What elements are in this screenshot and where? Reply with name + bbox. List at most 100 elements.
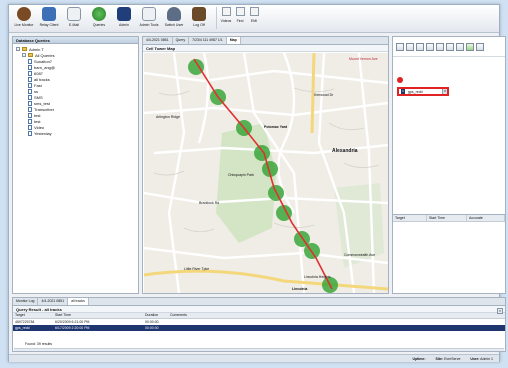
map-label: Lincolnia: [292, 287, 308, 291]
fit-icon[interactable]: [426, 42, 434, 51]
collapse-icon[interactable]: -: [22, 53, 26, 57]
measure-icon[interactable]: [436, 42, 444, 51]
target-index: 1: [401, 89, 405, 94]
map-label: Arlington Ridge: [156, 115, 180, 119]
main-toolbar: Live Monitor Relay Client E-Mail Queries…: [9, 5, 499, 33]
query-icon: [28, 64, 32, 70]
emi-icon: [249, 7, 259, 16]
tree-node-label: barn_ang@: [34, 64, 55, 70]
query-icon: [28, 130, 32, 136]
map-label: Chinquapin Park: [228, 173, 254, 177]
target-selector[interactable]: 1 gps_redd ▾: [397, 87, 449, 96]
toolbar-separator: [216, 7, 217, 29]
bottom-tabs: Monitor Log 4/4-2021 0851 all tracks: [13, 298, 505, 306]
status-user: User: Admin 1: [470, 356, 493, 361]
emi-button[interactable]: EMI: [248, 7, 260, 31]
map-label: Braddock Rd: [199, 201, 220, 205]
live-monitor-icon: [17, 7, 31, 21]
column-header[interactable]: Duration: [143, 313, 168, 318]
query-icon: [28, 112, 32, 118]
table-row[interactable]: gps_redd 6/17/2009 2:20:00 PM 00:00:00: [13, 325, 505, 331]
relay-client-button[interactable]: Relay Client: [38, 7, 60, 31]
cell-tower-map[interactable]: Kenwood Dr Mount Vernon Ave Alexandria P…: [144, 53, 388, 293]
tab[interactable]: all tracks: [68, 298, 89, 305]
zoom-out-icon[interactable]: [416, 42, 424, 51]
record-icon[interactable]: [397, 77, 403, 83]
column-header[interactable]: Start Time: [427, 215, 467, 221]
admin-tools-icon: [142, 7, 156, 21]
query-tree: - Admin T - All Queries Sunalton7 barn_ang@ 60…: [13, 44, 138, 138]
tree-node-label: Fast: [34, 82, 42, 88]
map-label: Mount Vernon Ave: [349, 57, 378, 61]
tree-node[interactable]: Yesterday: [16, 130, 135, 136]
table-cell: 00:00:00: [145, 320, 159, 324]
column-header[interactable]: Accurate: [467, 215, 505, 221]
tab[interactable]: 7/23/4 111 4987 1/1: [189, 37, 227, 44]
videos-button[interactable]: Videos: [220, 7, 232, 31]
layers-icon[interactable]: [456, 42, 464, 51]
tab[interactable]: 4/4-2021 0851: [143, 37, 173, 44]
query-icon: [28, 76, 32, 82]
close-icon[interactable]: ×: [497, 308, 503, 314]
app-window: Live Monitor Relay Client E-Mail Queries…: [8, 4, 506, 362]
column-header[interactable]: Target: [13, 313, 53, 318]
collapse-icon[interactable]: -: [16, 47, 20, 51]
switch-user-button[interactable]: Switch User: [163, 7, 185, 31]
tree-node-label: All Queries: [35, 52, 55, 58]
target-table-header: Target Start Time Accurate: [393, 215, 505, 222]
panel-title: Database Queries: [13, 37, 138, 44]
zoom-in-icon[interactable]: [406, 42, 414, 51]
map-label: Alexandria: [332, 148, 358, 154]
email-button[interactable]: E-Mail: [63, 7, 85, 31]
pan-icon[interactable]: [396, 42, 404, 51]
tree-node-label: Transcriber: [34, 106, 55, 112]
admin-tools-button[interactable]: Admin Tools: [138, 7, 160, 31]
column-header[interactable]: Start Time: [53, 313, 143, 318]
query-icon: [28, 124, 32, 130]
tab[interactable]: Monitor Log: [13, 298, 39, 305]
email-icon: [67, 7, 81, 21]
tree-node-label: Yesterday: [34, 130, 52, 136]
target-table: Target Start Time Accurate: [393, 214, 505, 293]
tree-node-label: 6087: [34, 70, 43, 76]
admin-icon: [117, 7, 131, 21]
map-label: Commonwealth Ave: [344, 253, 376, 257]
column-header[interactable]: Comments: [168, 313, 328, 318]
status-bar: Uptime: Site: EverServe User: Admin 1: [9, 354, 499, 362]
query-icon: [28, 100, 32, 106]
map-label: Lincolnia Heights: [304, 275, 331, 279]
column-header[interactable]: Target: [393, 215, 427, 221]
tab[interactable]: Query: [173, 37, 190, 44]
map-tools-panel: 1 gps_redd ▾ Target Start Time Accurate: [392, 36, 506, 294]
tower-marker[interactable]: [254, 145, 270, 161]
target-value: gps_redd: [408, 89, 423, 94]
tab[interactable]: Map: [226, 37, 241, 44]
live-monitor-button[interactable]: Live Monitor: [13, 7, 35, 31]
chevron-down-icon[interactable]: ▾: [442, 89, 447, 94]
query-icon: [28, 118, 32, 124]
map-title: Cell Tower Map: [143, 45, 388, 52]
refresh-icon[interactable]: [466, 42, 474, 51]
tree-node-label: ss: [34, 88, 38, 94]
horizontal-scrollbar[interactable]: [14, 348, 504, 351]
log-off-button[interactable]: Log Off: [188, 7, 210, 31]
select-icon[interactable]: [446, 42, 454, 51]
queries-icon: [92, 7, 106, 21]
map-toolstrip: [393, 37, 505, 57]
tree-node-label: Video: [34, 124, 45, 130]
tree-node-label: test: [34, 118, 41, 124]
status-site: Site: EverServe: [435, 356, 461, 361]
map-canvas[interactable]: [144, 53, 388, 293]
table-cell: 6/17/2009 2:20:00 PM: [55, 326, 90, 330]
tab[interactable]: 4/4-2021 0851: [38, 298, 69, 305]
user-icon: [22, 47, 27, 51]
map-label: Kenwood Dr: [314, 93, 334, 97]
admin-button[interactable]: Admin: [113, 7, 135, 31]
find-button[interactable]: Find: [234, 7, 246, 31]
results-rows: 4697229784 6/20/2009 6:21:00 PM 00:00:00 gp…: [13, 319, 505, 331]
database-queries-panel: Database Queries - Admin T - All Queries Sun…: [12, 36, 139, 294]
table-cell: gps_redd: [15, 326, 30, 330]
queries-button[interactable]: Queries: [88, 7, 110, 31]
query-icon: [28, 70, 32, 76]
export-icon[interactable]: [476, 42, 484, 51]
